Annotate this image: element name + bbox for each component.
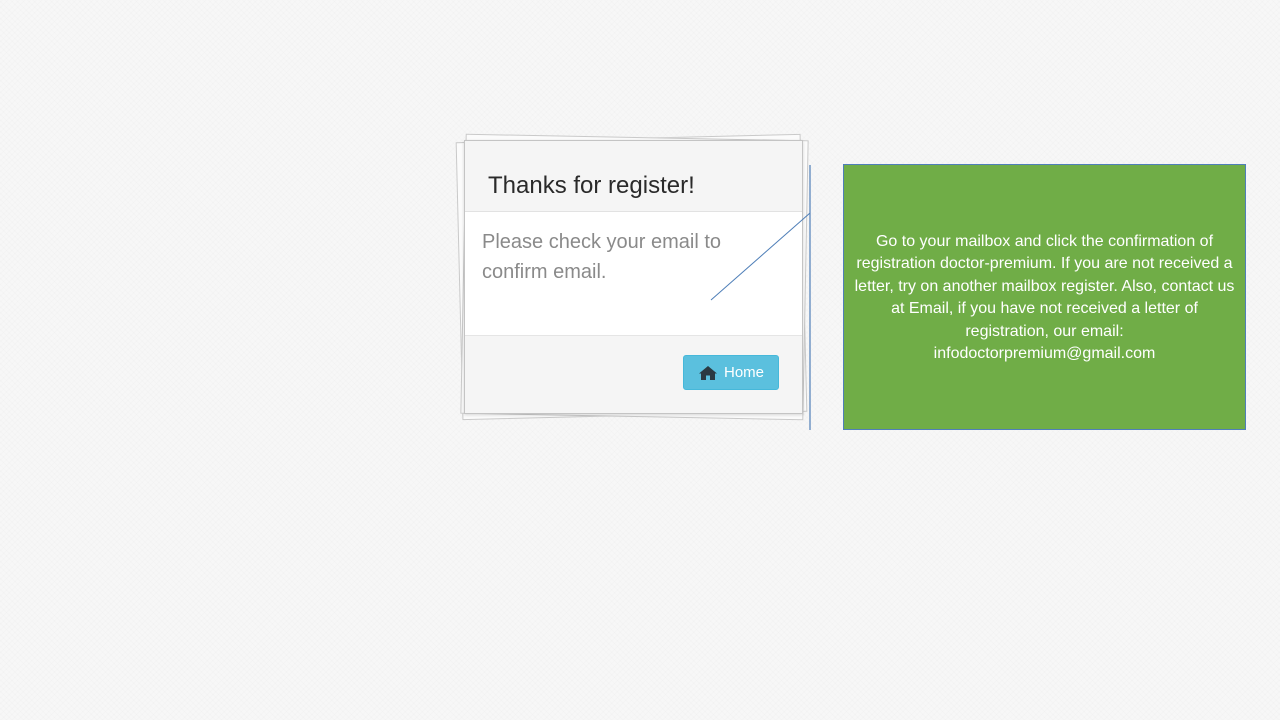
dialog-footer: Home xyxy=(465,335,802,413)
instruction-callout: Go to your mailbox and click the confirm… xyxy=(843,164,1246,430)
home-button-label: Home xyxy=(723,364,764,381)
registration-dialog: Thanks for register! Please check your e… xyxy=(464,140,803,414)
instruction-text: Go to your mailbox and click the confirm… xyxy=(854,233,1235,363)
dialog-title: Thanks for register! xyxy=(488,172,695,199)
dialog-header: Thanks for register! xyxy=(465,141,802,212)
home-icon xyxy=(698,365,718,381)
dialog-message: Please check your email to confirm email… xyxy=(482,231,722,283)
home-button[interactable]: Home xyxy=(683,355,779,390)
